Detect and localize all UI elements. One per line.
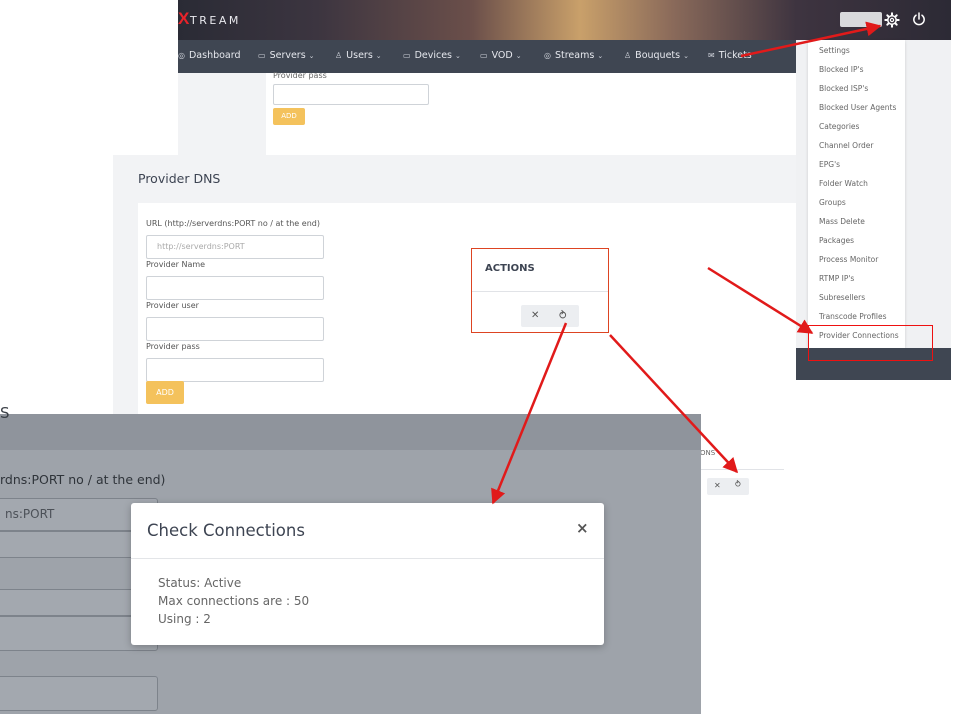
- dashboard-icon: ◎: [178, 51, 185, 60]
- chevron-down-icon: ⌄: [683, 52, 689, 60]
- server-icon: ▭: [258, 51, 266, 60]
- power-icon[interactable]: [911, 11, 927, 27]
- menu-item-process-monitor[interactable]: Process Monitor: [819, 255, 878, 264]
- actions-column-header: ONS: [700, 449, 716, 457]
- menu-item-groups[interactable]: Groups: [819, 198, 846, 207]
- provider-pass-label: Provider pass: [146, 342, 200, 351]
- nav-tickets[interactable]: ✉ Tickets: [708, 50, 752, 61]
- actions-header: ACTIONS: [485, 263, 535, 274]
- video-icon: ▭: [480, 51, 488, 60]
- gear-icon[interactable]: [884, 12, 900, 28]
- chevron-down-icon: ⌄: [375, 52, 382, 60]
- page-title: Provider DNS: [138, 171, 221, 186]
- add-button[interactable]: ADD: [273, 108, 305, 125]
- backdrop-url-label: rdns:PORT no / at the end): [0, 472, 166, 487]
- nav-dashboard[interactable]: ◎ Dashboard: [178, 50, 241, 61]
- menu-item-transcode-profiles[interactable]: Transcode Profiles: [819, 312, 887, 321]
- menu-item-subresellers[interactable]: Subresellers: [819, 293, 865, 302]
- chevron-down-icon: ⌄: [597, 52, 604, 60]
- nav-streams[interactable]: ◎ Streams ⌄: [544, 50, 603, 61]
- menu-item-blocked-isps[interactable]: Blocked ISP's: [819, 84, 868, 93]
- url-input[interactable]: http://serverdns:PORT: [146, 235, 324, 259]
- provider-pass-input[interactable]: [273, 84, 429, 105]
- backdrop-input: [0, 676, 158, 711]
- modal-title: Check Connections: [147, 521, 305, 540]
- delete-icon[interactable]: ✕: [531, 310, 539, 321]
- header-search-box[interactable]: [840, 12, 882, 27]
- menu-item-mass-delete[interactable]: Mass Delete: [819, 217, 865, 226]
- provider-name-input[interactable]: [146, 276, 324, 300]
- menu-item-categories[interactable]: Categories: [819, 122, 859, 131]
- provider-pass-label: Provider pass: [273, 71, 327, 80]
- menu-item-settings[interactable]: Settings: [819, 46, 850, 55]
- provider-pass-input[interactable]: [146, 358, 324, 382]
- nav-devices[interactable]: ▭ Devices ⌄: [403, 50, 461, 61]
- divider: [472, 291, 608, 292]
- chevron-down-icon: ⌄: [455, 52, 461, 60]
- logo-text: TREAM: [190, 14, 241, 27]
- backdrop-header: [0, 414, 701, 450]
- connections-in-use: Using : 2: [158, 612, 211, 626]
- nav-servers[interactable]: ▭ Servers ⌄: [258, 50, 315, 61]
- menu-item-folder-watch[interactable]: Folder Watch: [819, 179, 868, 188]
- max-connections: Max connections are : 50: [158, 594, 310, 608]
- ticket-icon: ✉: [708, 51, 715, 60]
- provider-user-label: Provider user: [146, 301, 199, 310]
- delete-icon[interactable]: ✕: [714, 481, 721, 490]
- top-header-bar: [178, 0, 951, 40]
- menu-item-channel-order[interactable]: Channel Order: [819, 141, 874, 150]
- provider-connections-highlight: [808, 325, 933, 361]
- action-button-group: [521, 305, 579, 327]
- url-label: URL (http://serverdns:PORT no / at the e…: [146, 219, 320, 228]
- connection-status: Status: Active: [158, 576, 242, 590]
- user-icon: ♙: [335, 51, 343, 60]
- stream-icon: ◎: [544, 51, 551, 60]
- provider-name-label: Provider Name: [146, 260, 206, 269]
- check-connections-icon[interactable]: ⥁: [735, 480, 741, 490]
- check-connections-icon[interactable]: ⥁: [559, 309, 567, 322]
- menu-item-rtmp-ips[interactable]: RTMP IP's: [819, 274, 854, 283]
- device-icon: ▭: [403, 51, 411, 60]
- close-icon[interactable]: ×: [576, 519, 589, 537]
- backdrop-title-fragment: S: [0, 404, 10, 422]
- menu-item-blocked-ips[interactable]: Blocked IP's: [819, 65, 863, 74]
- chevron-down-icon: ⌄: [308, 52, 315, 60]
- nav-vod[interactable]: ▭ VOD ⌄: [480, 50, 522, 61]
- bouquet-icon: ♙: [624, 51, 632, 60]
- divider: [700, 469, 784, 470]
- add-provider-button[interactable]: ADD: [146, 381, 184, 404]
- nav-users[interactable]: ♙ Users ⌄: [335, 50, 382, 61]
- provider-user-input[interactable]: [146, 317, 324, 341]
- menu-item-blocked-user-agents[interactable]: Blocked User Agents: [819, 103, 896, 112]
- menu-item-epgs[interactable]: EPG's: [819, 160, 840, 169]
- logo-mark: X: [178, 9, 190, 28]
- chevron-down-icon: ⌄: [515, 52, 522, 60]
- divider: [131, 558, 604, 559]
- menu-item-packages[interactable]: Packages: [819, 236, 854, 245]
- nav-bouquets[interactable]: ♙ Bouquets ⌄: [624, 50, 689, 61]
